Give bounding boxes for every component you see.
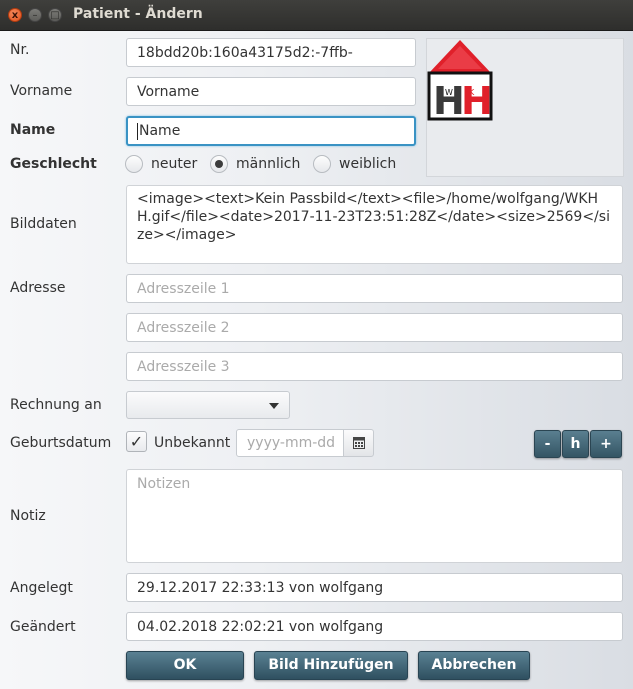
radio-neuter[interactable]: neuter: [125, 155, 197, 173]
unbekannt-checkbox[interactable]: ✓: [126, 431, 147, 452]
patient-image-panel: H H W K: [426, 38, 624, 177]
abbrechen-button[interactable]: Abbrechen: [418, 651, 530, 680]
chevron-down-icon: [269, 403, 279, 409]
plus-button[interactable]: +: [590, 430, 622, 458]
title-bar: x – □ Patient - Ändern: [0, 0, 633, 31]
notiz-label: Notiz: [10, 508, 46, 524]
radio-weiblich[interactable]: weiblich: [313, 155, 396, 173]
minimize-icon[interactable]: –: [28, 8, 42, 22]
geburtsdatum-field[interactable]: yyyy-mm-dd: [236, 429, 344, 457]
radio-weiblich-label: weiblich: [339, 156, 397, 172]
adresszeile-1-field[interactable]: Adresszeile 1: [126, 274, 623, 303]
radio-maennlich[interactable]: männlich: [210, 155, 300, 173]
window-title: Patient - Ändern: [73, 6, 203, 22]
geaendert-field[interactable]: 04.02.2018 22:02:21 von wolfgang: [126, 612, 623, 641]
h-button[interactable]: h: [562, 430, 589, 458]
name-field[interactable]: Name: [126, 116, 416, 146]
unbekannt-label: Unbekannt: [154, 435, 231, 451]
form-panel: Nr. 18bdd20b:160a43175d2:-7ffb- H H W K …: [0, 31, 633, 689]
svg-text:K: K: [469, 88, 475, 97]
calendar-icon: [352, 437, 365, 449]
adresse-label: Adresse: [10, 280, 66, 296]
vorname-label: Vorname: [10, 83, 73, 99]
geburtsdatum-label: Geburtsdatum: [10, 435, 112, 451]
rechnung-label: Rechnung an: [10, 397, 102, 413]
radio-neuter-dot: [125, 155, 143, 173]
bilddaten-field[interactable]: <image><text>Kein Passbild</text><file>/…: [126, 185, 623, 264]
checkmark-icon: ✓: [129, 432, 144, 451]
nr-field[interactable]: 18bdd20b:160a43175d2:-7ffb-: [126, 38, 416, 67]
text-caret: [137, 122, 138, 140]
calendar-button[interactable]: [343, 429, 374, 457]
close-icon[interactable]: x: [8, 8, 22, 22]
ok-button[interactable]: OK: [126, 651, 244, 680]
adresszeile-3-field[interactable]: Adresszeile 3: [126, 352, 623, 381]
bild-hinzufuegen-button[interactable]: Bild Hinzufügen: [254, 651, 408, 680]
angelegt-field[interactable]: 29.12.2017 22:33:13 von wolfgang: [126, 573, 623, 602]
minus-button[interactable]: -: [534, 430, 561, 458]
bilddaten-label: Bilddaten: [10, 216, 77, 232]
notiz-field[interactable]: Notizen: [126, 469, 623, 563]
maximize-icon[interactable]: □: [48, 8, 62, 22]
geaendert-label: Geändert: [10, 619, 76, 635]
geschlecht-label: Geschlecht: [10, 156, 97, 172]
wkhh-logo-icon: H H W K: [427, 40, 493, 123]
vorname-field[interactable]: Vorname: [126, 77, 416, 106]
radio-maennlich-dot: [210, 155, 228, 173]
name-value: Name: [139, 123, 181, 139]
rechnung-dropdown[interactable]: [126, 391, 290, 419]
svg-text:H: H: [461, 79, 493, 123]
radio-maennlich-label: männlich: [236, 156, 301, 172]
radio-neuter-label: neuter: [151, 156, 198, 172]
adresszeile-2-field[interactable]: Adresszeile 2: [126, 313, 623, 342]
radio-weiblich-dot: [313, 155, 331, 173]
nr-label: Nr.: [10, 42, 30, 58]
name-label: Name: [10, 122, 56, 138]
angelegt-label: Angelegt: [10, 580, 73, 596]
svg-text:W: W: [445, 88, 453, 97]
